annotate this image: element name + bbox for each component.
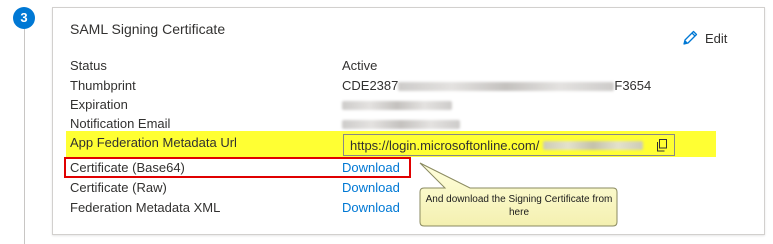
redacted-expiration (342, 101, 452, 111)
copy-icon[interactable] (656, 139, 668, 157)
redacted-url-tenant (543, 140, 644, 150)
federation-metadata-xml-label: Federation Metadata XML (70, 200, 221, 215)
step-rail (24, 26, 25, 244)
expiration-value (342, 97, 452, 113)
thumbprint-value: CDE2387 F3654 (342, 78, 651, 94)
notification-email-label: Notification Email (70, 116, 171, 131)
step-number-badge: 3 (13, 7, 35, 29)
certificate-base64-label: Certificate (Base64) (70, 160, 185, 175)
callout-text: And download the Signing Certificate fro… (425, 194, 613, 218)
thumbprint-suffix: F3654 (614, 78, 652, 93)
certificate-raw-label: Certificate (Raw) (70, 180, 167, 195)
status-value: Active (342, 58, 378, 73)
federation-metadata-url-value: https://login.microsoftonline.com/ (350, 137, 540, 153)
federation-metadata-xml-download-link[interactable]: Download (342, 200, 400, 216)
certificate-base64-download-link[interactable]: Download (342, 160, 400, 176)
edit-label: Edit (705, 30, 728, 46)
expiration-label: Expiration (70, 97, 128, 112)
redacted-email (342, 120, 460, 130)
status-label: Status (70, 58, 107, 73)
redacted-thumbprint (398, 82, 615, 92)
notification-email-value (342, 116, 460, 132)
section-title: SAML Signing Certificate (70, 21, 226, 37)
certificate-raw-download-link[interactable]: Download (342, 180, 400, 196)
pencil-icon (681, 29, 699, 47)
federation-metadata-url-label: App Federation Metadata Url (70, 135, 237, 150)
thumbprint-label: Thumbprint (70, 78, 136, 93)
federation-metadata-url-field[interactable]: https://login.microsoftonline.com/ (343, 134, 675, 156)
thumbprint-prefix: CDE2387 (342, 78, 399, 93)
edit-button[interactable]: Edit (681, 27, 727, 49)
